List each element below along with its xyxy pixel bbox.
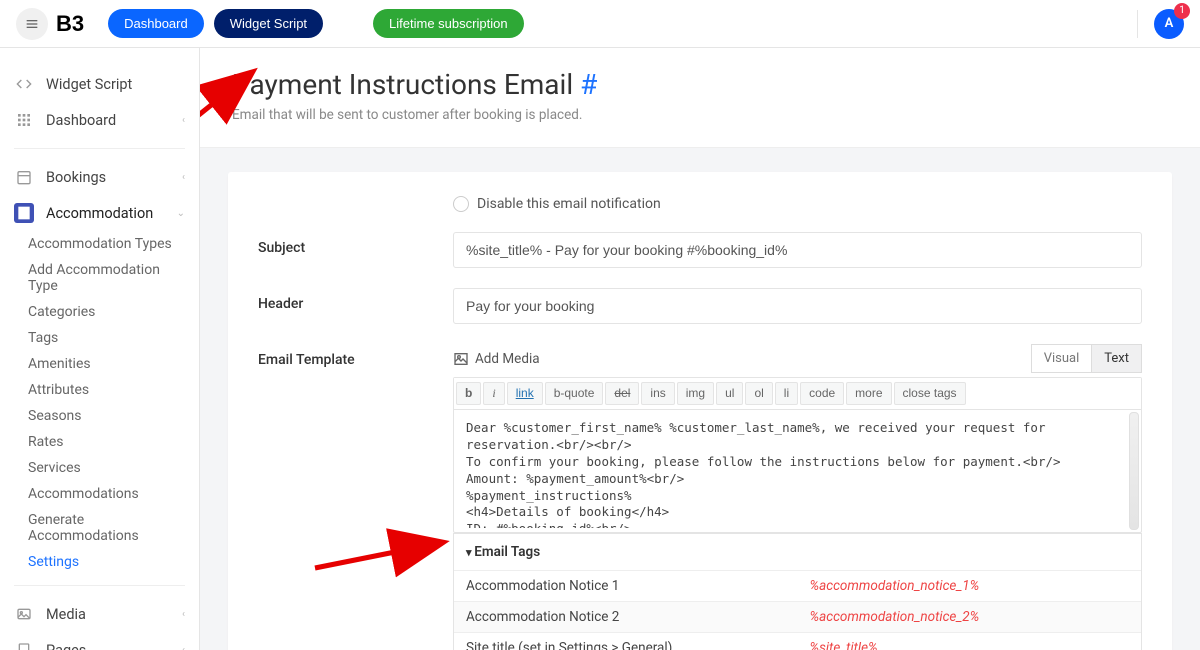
tag-row: Accommodation Notice 1%accommodation_not…: [454, 570, 1141, 601]
email-tags-toggle[interactable]: Email Tags: [454, 533, 1141, 570]
submenu-settings[interactable]: Settings: [0, 549, 199, 575]
sidebar-item-widget-script[interactable]: Widget Script: [0, 66, 199, 102]
divider: [14, 148, 185, 149]
editor-button-del[interactable]: del: [605, 382, 639, 405]
editor-toolbar: bilinkb-quotedelinsimgulollicodemoreclos…: [454, 378, 1141, 410]
page-header: Payment Instructions Email # Email that …: [200, 48, 1200, 148]
sidebar-item-label: Pages: [46, 642, 182, 650]
building-icon: [14, 203, 34, 223]
editor-button-link[interactable]: link: [507, 382, 543, 405]
page-title: Payment Instructions Email #: [232, 68, 1168, 101]
page-description: Email that will be sent to customer afte…: [232, 107, 1168, 123]
tag-name: Accommodation Notice 1: [454, 571, 798, 601]
sidebar-item-accommodation[interactable]: Accommodation ⌄: [0, 195, 199, 231]
email-template-label: Email Template: [258, 344, 453, 368]
editor-button-more[interactable]: more: [846, 382, 891, 405]
divider: [14, 585, 185, 586]
editor-button-ins[interactable]: ins: [641, 382, 674, 405]
image-icon: [14, 604, 34, 624]
sidebar-item-label: Dashboard: [46, 112, 182, 129]
submenu-tags[interactable]: Tags: [0, 325, 199, 351]
sidebar-item-pages[interactable]: Pages ‹: [0, 632, 199, 650]
pages-icon: [14, 640, 34, 650]
editor-button-code[interactable]: code: [800, 382, 844, 405]
submenu-amenities[interactable]: Amenities: [0, 351, 199, 377]
add-media-label: Add Media: [475, 351, 540, 367]
sidebar-item-label: Widget Script: [46, 76, 185, 93]
submenu-generate-accommodations[interactable]: Generate Accommodations: [0, 507, 199, 549]
sidebar-item-label: Media: [46, 606, 182, 623]
notification-badge: 1: [1174, 3, 1190, 19]
editor-button-close-tags[interactable]: close tags: [894, 382, 966, 405]
tag-row: Accommodation Notice 2%accommodation_not…: [454, 601, 1141, 632]
sidebar-item-dashboard[interactable]: Dashboard ‹: [0, 102, 199, 138]
editor-button-b[interactable]: b: [456, 382, 481, 405]
header-input[interactable]: [453, 288, 1142, 324]
dashboard-button[interactable]: Dashboard: [108, 9, 204, 38]
header-label: Header: [258, 288, 453, 312]
sidebar: Widget Script Dashboard ‹ Bookings ‹ Acc…: [0, 48, 200, 650]
editor-button-ol[interactable]: ol: [745, 382, 772, 405]
submenu-add-accommodation-type[interactable]: Add Accommodation Type: [0, 257, 199, 299]
email-template-textarea[interactable]: [454, 410, 1141, 528]
submenu-categories[interactable]: Categories: [0, 299, 199, 325]
sidebar-item-label: Bookings: [46, 169, 182, 186]
editor-button-ul[interactable]: ul: [716, 382, 743, 405]
tag-row: Site title (set in Settings > General)%s…: [454, 632, 1141, 650]
sidebar-item-label: Accommodation: [46, 205, 177, 222]
chevron-down-icon: ⌄: [177, 208, 185, 219]
chevron-left-icon: ‹: [182, 172, 185, 183]
calendar-icon: [14, 167, 34, 187]
chevron-left-icon: ‹: [182, 609, 185, 620]
submenu-rates[interactable]: Rates: [0, 429, 199, 455]
submenu-services[interactable]: Services: [0, 455, 199, 481]
chevron-left-icon: ‹: [182, 115, 185, 126]
text-tab[interactable]: Text: [1092, 344, 1142, 373]
add-media-button[interactable]: Add Media: [453, 346, 540, 372]
code-icon: [14, 74, 34, 94]
main-content: Payment Instructions Email # Email that …: [200, 48, 1200, 650]
email-tags-section: Email Tags Accommodation Notice 1%accomm…: [453, 533, 1142, 650]
editor-button-img[interactable]: img: [677, 382, 714, 405]
submenu-accommodations[interactable]: Accommodations: [0, 481, 199, 507]
chevron-left-icon: ‹: [182, 645, 185, 650]
divider: [1137, 10, 1138, 38]
permalink-hash[interactable]: #: [580, 68, 597, 101]
subject-label: Subject: [258, 232, 453, 256]
tag-value: %accommodation_notice_2%: [798, 602, 1142, 632]
tag-name: Site title (set in Settings > General): [454, 633, 798, 650]
top-bar: B3 Dashboard Widget Script Lifetime subs…: [0, 0, 1200, 48]
submenu-attributes[interactable]: Attributes: [0, 377, 199, 403]
subject-input[interactable]: [453, 232, 1142, 268]
sidebar-item-bookings[interactable]: Bookings ‹: [0, 159, 199, 195]
editor-button-i[interactable]: i: [483, 382, 504, 405]
tag-name: Accommodation Notice 2: [454, 602, 798, 632]
grid-icon: [14, 110, 34, 130]
lifetime-subscription-button[interactable]: Lifetime subscription: [373, 9, 524, 38]
media-icon: [453, 351, 469, 367]
disable-notification-checkbox[interactable]: [453, 196, 469, 212]
user-avatar[interactable]: A 1: [1154, 9, 1184, 39]
sidebar-item-media[interactable]: Media ‹: [0, 596, 199, 632]
disable-notification-label: Disable this email notification: [477, 196, 661, 212]
settings-card: Disable this email notification Subject …: [228, 172, 1172, 650]
widget-script-button[interactable]: Widget Script: [214, 9, 323, 38]
visual-tab[interactable]: Visual: [1031, 344, 1093, 373]
submenu-seasons[interactable]: Seasons: [0, 403, 199, 429]
editor-button-b-quote[interactable]: b-quote: [545, 382, 604, 405]
avatar-letter: A: [1165, 16, 1174, 31]
logo: B3: [56, 11, 84, 37]
submenu-accommodation-types[interactable]: Accommodation Types: [0, 231, 199, 257]
tag-value: %accommodation_notice_1%: [798, 571, 1142, 601]
scrollbar[interactable]: [1129, 412, 1139, 530]
hamburger-icon[interactable]: [16, 8, 48, 40]
editor-button-li[interactable]: li: [775, 382, 798, 405]
tag-value: %site_title%: [798, 633, 1142, 650]
